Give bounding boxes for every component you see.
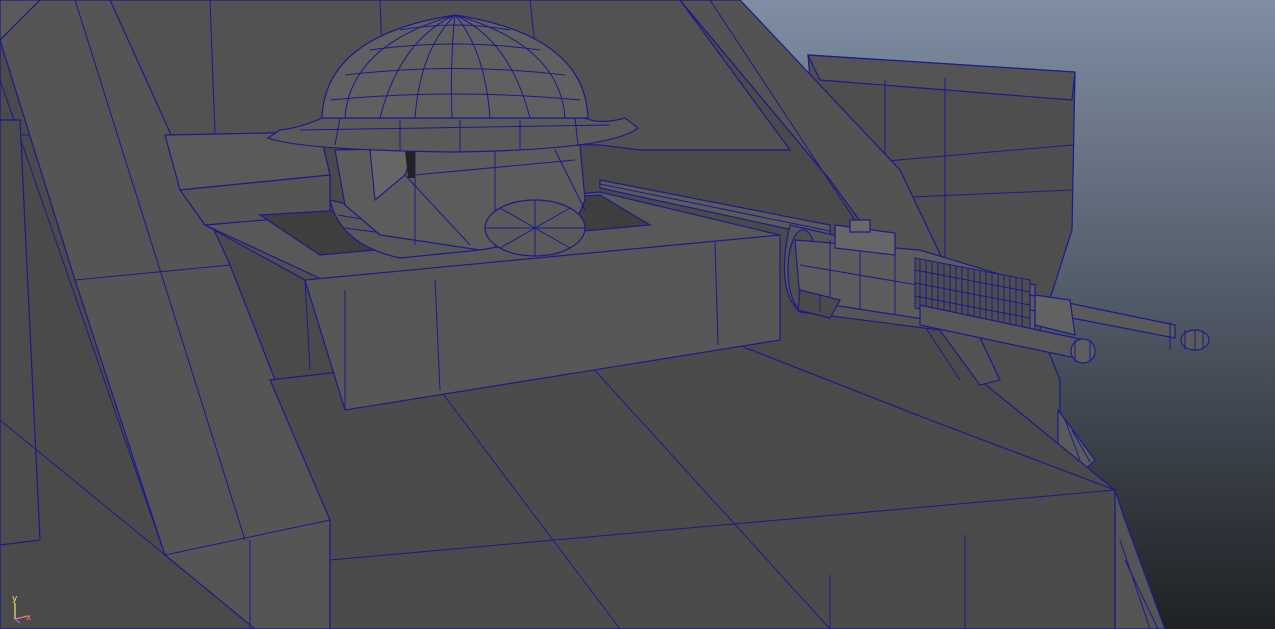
axis-x-label: x — [26, 613, 32, 623]
3d-viewport[interactable]: y x — [0, 0, 1275, 629]
axis-gizmo-icon — [14, 603, 29, 624]
axis-y-label: y — [12, 594, 18, 604]
viewport-scene[interactable] — [0, 0, 1275, 629]
view-axis-indicator: y x — [6, 595, 36, 625]
soldier-head-mesh — [329, 144, 586, 259]
